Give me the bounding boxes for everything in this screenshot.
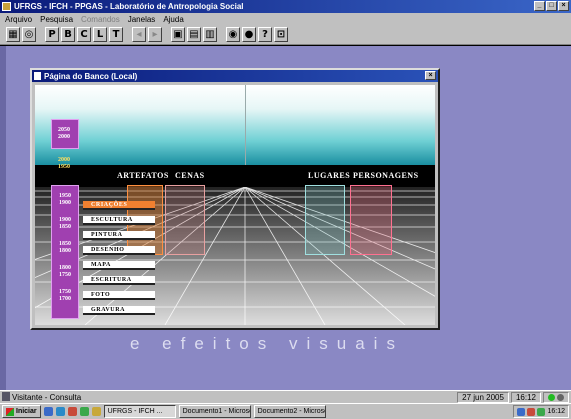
taskbar: Iniciar UFRGS - IFCH ... Documento1 - Mi…	[0, 403, 571, 419]
menu-arquivo[interactable]: Arquivo	[5, 15, 32, 24]
exit-icon[interactable]: ⊡	[274, 27, 288, 42]
status-user: Visitante - Consulta	[0, 391, 457, 402]
mail-icon[interactable]	[79, 407, 89, 416]
era-label-2000[interactable]: 2000 1950	[53, 157, 75, 171]
scene-divider	[245, 85, 246, 165]
minimize-button[interactable]: _	[534, 1, 545, 11]
task-documento2[interactable]: Documento2 - Microsof...	[253, 405, 326, 418]
toolbar-c-button[interactable]: C	[77, 27, 91, 42]
help-icon[interactable]: ?	[258, 27, 272, 42]
menubar: Arquivo Pesquisa Comandos Janelas Ajuda	[0, 13, 571, 25]
folder-icon[interactable]	[91, 407, 101, 416]
tile-icon[interactable]: ▥	[203, 27, 217, 42]
nav-forward-icon[interactable]: ▸	[148, 27, 162, 42]
menu-item-foto[interactable]: FOTO	[83, 291, 155, 300]
nav-back-icon[interactable]: ◂	[132, 27, 146, 42]
menu-item-pintura[interactable]: PINTURA	[83, 231, 155, 240]
start-button[interactable]: Iniciar	[2, 405, 41, 418]
green-indicator-icon	[548, 393, 555, 401]
toolbar-b-button[interactable]: B	[61, 27, 75, 42]
caption-text: e efeitos visuais	[130, 334, 404, 353]
grid-icon[interactable]: ▦	[6, 27, 20, 42]
task-documento1[interactable]: Documento1 - Microsof...	[178, 405, 251, 418]
toolbar-t-button[interactable]: T	[109, 27, 123, 42]
era-label-2050: 2050 2000	[58, 127, 70, 140]
page-icon	[34, 72, 41, 80]
app-icon	[2, 2, 11, 11]
status-time: 16:12	[510, 391, 541, 403]
status-user-text: Visitante - Consulta	[12, 392, 82, 402]
user-icon	[2, 391, 10, 401]
tray-clock: 16:12	[547, 408, 565, 415]
cascade-icon[interactable]: ▤	[187, 27, 201, 42]
app-titlebar: UFRGS - IFCH - PPGAS - Laboratório de An…	[0, 0, 571, 13]
toolbar-p-button[interactable]: P	[45, 27, 59, 42]
toolbar: ▦ ◎ P B C L T ◂ ▸ ▣ ▤ ▥ ◉ ● ? ⊡	[0, 25, 571, 45]
menu-janelas[interactable]: Janelas	[128, 15, 156, 24]
era-label-1950[interactable]: 1950 1900	[54, 193, 76, 207]
window-icon[interactable]: ▣	[171, 27, 185, 42]
media-icon[interactable]	[67, 407, 77, 416]
volume-icon[interactable]	[537, 407, 546, 416]
child-close-button[interactable]: ×	[425, 71, 436, 80]
mdi-desktop: Página do Banco (Local) × ARTEFATOS CENA…	[0, 46, 571, 390]
menu-item-escritura[interactable]: ESCRITURA	[83, 276, 155, 285]
menu-item-escultura[interactable]: ESCULTURA	[83, 216, 155, 225]
era-label-1800[interactable]: 1800 1750	[54, 265, 76, 279]
network-icon[interactable]	[517, 407, 526, 416]
menu-ajuda[interactable]: Ajuda	[163, 15, 183, 24]
child-window: Página do Banco (Local) × ARTEFATOS CENA…	[30, 68, 440, 330]
window-controls: _ □ ×	[534, 1, 569, 11]
category-artefatos[interactable]: ARTEFATOS	[117, 171, 169, 180]
maximize-button[interactable]: □	[546, 1, 557, 11]
windows-flag-icon	[6, 407, 14, 416]
category-cenas[interactable]: CENAS	[175, 171, 205, 180]
cenas-box[interactable]	[165, 185, 205, 255]
start-label: Iniciar	[16, 408, 37, 415]
scene-canvas: ARTEFATOS CENAS LUGARES PERSONAGENS 2050…	[35, 85, 435, 325]
child-window-title: Página do Banco (Local)	[44, 71, 138, 81]
desktop-left-bar	[0, 46, 6, 390]
status-indicators	[543, 391, 569, 403]
personagens-box[interactable]	[350, 185, 392, 255]
era-label-1900[interactable]: 1900 1850	[54, 217, 76, 231]
close-button[interactable]: ×	[558, 1, 569, 11]
category-personagens[interactable]: PERSONAGENS	[353, 171, 419, 180]
scene-sky	[35, 85, 435, 165]
toolbar-l-button[interactable]: L	[93, 27, 107, 42]
browser-icon[interactable]	[55, 407, 65, 416]
menu-item-criacoes[interactable]: CRIAÇÕES	[83, 201, 155, 210]
menu-item-desenho[interactable]: DESENHO	[83, 246, 155, 255]
system-tray: 16:12	[513, 405, 569, 418]
menu-pesquisa[interactable]: Pesquisa	[40, 15, 73, 24]
desktop-icon[interactable]	[43, 407, 53, 416]
statusbar: Visitante - Consulta 27 jun 2005 16:12	[0, 390, 571, 403]
task-ufrgs[interactable]: UFRGS - IFCH ...	[103, 405, 176, 418]
child-window-titlebar[interactable]: Página do Banco (Local) ×	[32, 70, 438, 82]
status-date: 27 jun 2005	[457, 391, 509, 403]
globe-icon[interactable]: ●	[242, 27, 256, 42]
lugares-box[interactable]	[305, 185, 345, 255]
era-label-1750[interactable]: 1750 1700	[54, 289, 76, 303]
menu-item-mapa[interactable]: MAPA	[83, 261, 155, 270]
binoculars-icon[interactable]: ◎	[22, 27, 36, 42]
menu-item-gravura[interactable]: GRAVURA	[83, 306, 155, 315]
menu-comandos[interactable]: Comandos	[81, 15, 120, 24]
antivirus-icon[interactable]	[527, 407, 536, 416]
era-label-1850[interactable]: 1850 1800	[54, 241, 76, 255]
category-lugares[interactable]: LUGARES	[308, 171, 350, 180]
gray-indicator-icon	[557, 393, 564, 401]
camera-icon[interactable]: ◉	[226, 27, 240, 42]
app-title: UFRGS - IFCH - PPGAS - Laboratório de An…	[14, 2, 244, 11]
